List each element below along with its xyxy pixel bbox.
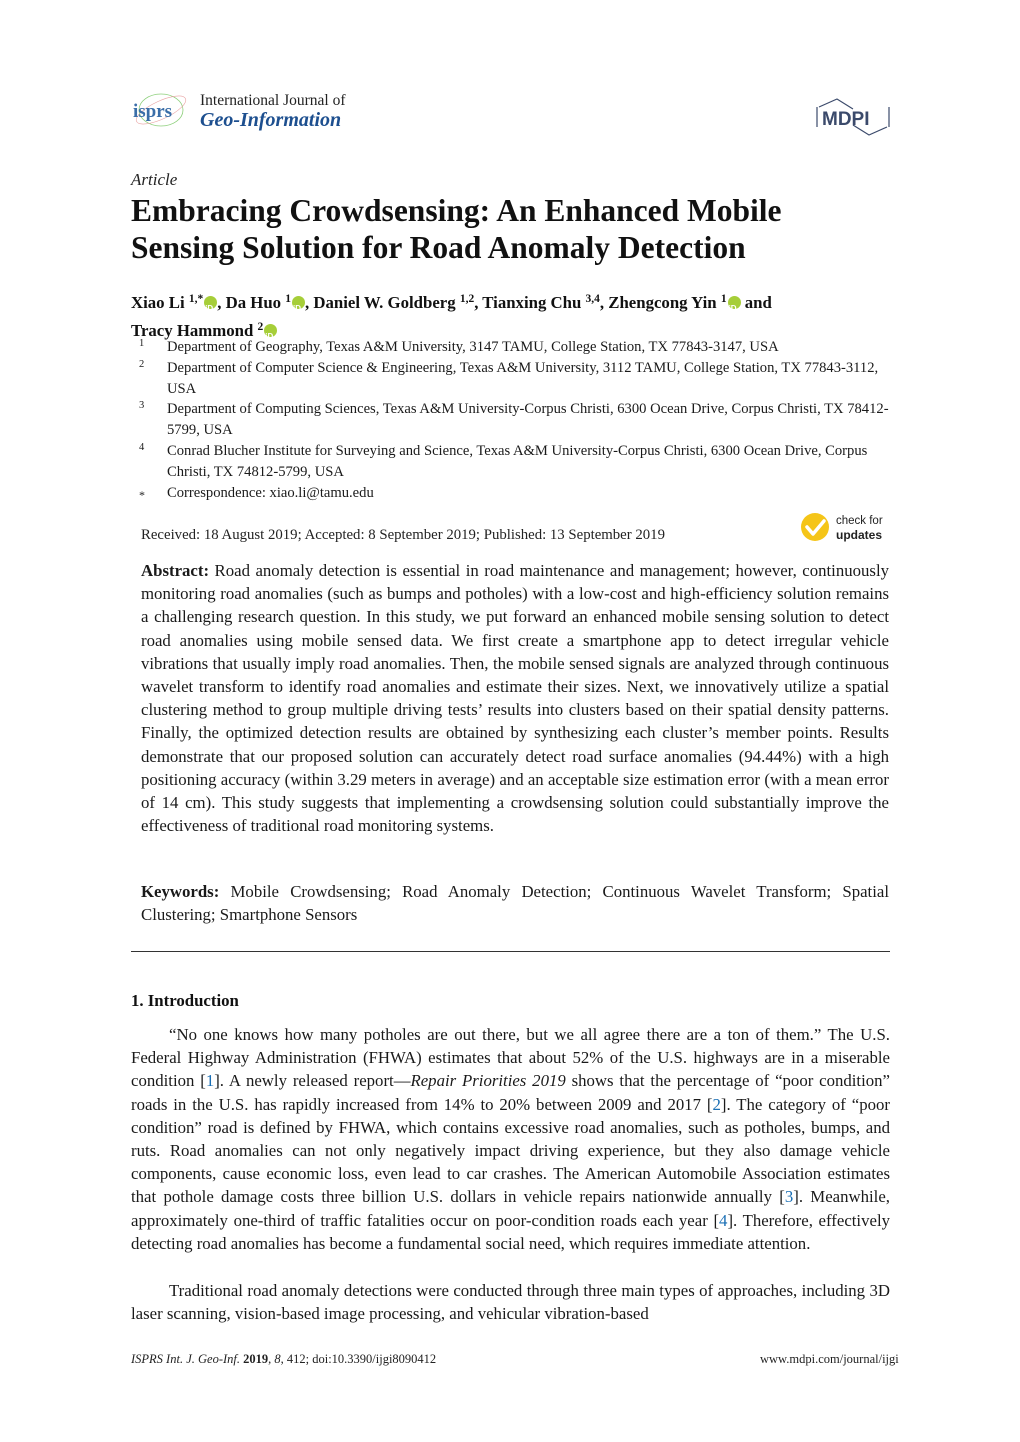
keywords-text: Mobile Crowdsensing; Road Anomaly Detect… [141,882,889,925]
abstract: Abstract: Road anomaly detection is esse… [141,559,889,837]
journal-subtitle: Geo-Information [200,109,342,131]
affiliation-mark: * [139,487,145,502]
section-divider [131,951,890,952]
updates-label: updates [836,528,883,542]
author-name: Da Huo [225,293,286,312]
journal-name: International Journal of [200,92,346,109]
affiliations: 1 Department of Geography, Texas A&M Univ… [131,337,891,503]
abstract-label: Abstract: [141,561,210,580]
keywords: Keywords: Mobile Crowdsensing; Road Anom… [141,880,889,926]
intro-paragraph-2: Traditional road anomaly detections were… [131,1281,890,1324]
intro-paragraph-1: “No one knows how many potholes are out … [131,1023,890,1255]
author-affiliation-mark: 1 [285,293,292,305]
check-for-label: check for [836,515,883,527]
affiliation-text: Department of Computing Sciences, Texas … [167,401,889,439]
author-affiliation-mark: 1 [720,293,727,305]
affiliation-item: 2 Department of Computer Science & Engine… [131,358,891,400]
svg-text:isprs: isprs [133,101,172,122]
footer-citation: ISPRS Int. J. Geo-Inf. 2019, 8, 412; doi… [131,1352,436,1367]
report-title: Repair Priorities 2019 [410,1071,566,1091]
affiliation-item: 3 Department of Computing Sciences, Texas… [131,399,891,441]
keywords-label: Keywords: [141,882,220,901]
affiliation-mark: 3 [139,400,145,412]
author-list: Xiao Li 1,*, Da Huo 1, Daniel W. Goldber… [131,287,891,349]
orcid-icon[interactable] [264,324,278,349]
mdpi-logo: MDPI [816,98,890,136]
author-affiliation-mark: 1,* [188,293,204,305]
author-affiliation-mark: 1,2 [459,293,475,305]
svg-text:MDPI: MDPI [822,109,870,130]
footer-journal-abbrev: ISPRS Int. J. Geo-Inf. [131,1352,240,1366]
author-affiliation-mark: 3,4 [585,293,600,305]
article-type: Article [131,170,178,189]
citation-link[interactable]: 1 [206,1071,214,1090]
orcid-icon[interactable] [727,296,741,321]
affiliation-text: Correspondence: xiao.li@tamu.edu [167,484,374,501]
author-name: Daniel W. Goldberg [313,293,460,312]
isprs-logo: isprs [133,93,187,127]
paragraph-text: ]. A newly released report— [214,1071,411,1091]
check-for-updates-button[interactable]: check for updates [800,512,892,544]
abstract-text: Road anomaly detection is essential in r… [141,561,889,836]
citation-link[interactable]: 3 [785,1187,793,1206]
checkmark-badge-icon [801,513,829,541]
affiliation-mark: 1 [139,338,145,349]
author-affiliation-mark: 2 [257,321,264,333]
footer-year: 2019 [243,1352,269,1366]
affiliation-item: 1 Department of Geography, Texas A&M Univ… [131,337,891,358]
footer-doi: , 412; doi:10.3390/ijgi8090412 [280,1352,437,1366]
affiliation-text: Department of Computer Science & Enginee… [167,359,879,397]
author-name: Tianxing Chu [482,293,586,312]
affiliation-item: 4 Conrad Blucher Institute for Surveying … [131,441,891,483]
paper-title: Embracing Crowdsensing: An Enhanced Mobi… [131,193,782,265]
affiliation-text: Department of Geography, Texas A&M Unive… [167,339,779,355]
affiliation-mark: 4 [139,441,145,453]
affiliation-mark: 2 [139,358,145,370]
affiliation-text: Conrad Blucher Institute for Surveying a… [167,442,868,480]
section-heading-introduction: 1. Introduction [131,991,239,1010]
author-name: Xiao Li [131,293,189,312]
orcid-icon[interactable] [292,296,306,321]
author-name: Zhengcong Yin [608,293,721,312]
publication-dates: Received: 18 August 2019; Accepted: 8 Se… [141,527,665,543]
affiliation-item: * Correspondence: xiao.li@tamu.edu [131,483,891,504]
citation-link[interactable]: 2 [713,1095,721,1114]
orcid-icon[interactable] [204,296,218,321]
footer-journal-url[interactable]: www.mdpi.com/journal/ijgi [760,1352,899,1367]
